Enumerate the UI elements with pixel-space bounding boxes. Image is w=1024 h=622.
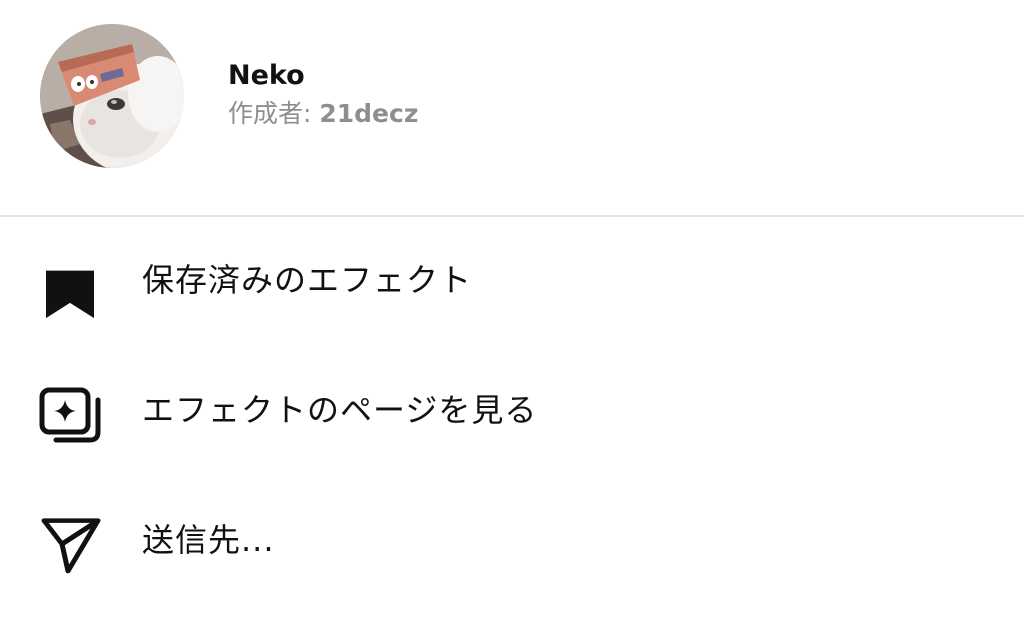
creator-name[interactable]: 21decz — [319, 99, 418, 128]
menu-label: 送信先... — [142, 521, 275, 559]
effect-avatar[interactable] — [40, 24, 184, 168]
send-icon — [36, 510, 104, 578]
menu-label: エフェクトのページを見る — [142, 391, 538, 429]
effect-name: Neko — [228, 60, 305, 91]
menu-item-view-effect-page[interactable]: エフェクトのページを見る — [0, 358, 1024, 458]
bookmark-icon — [36, 250, 104, 319]
effect-page-icon — [36, 380, 104, 448]
divider — [0, 215, 1024, 217]
effect-header: Neko 作成者: 21decz — [0, 0, 1024, 216]
creator-prefix: 作成者: — [228, 99, 320, 128]
effect-creator: 作成者: 21decz — [228, 96, 418, 132]
menu-item-saved-effects[interactable]: 保存済みのエフェクト — [0, 228, 1024, 328]
menu-label: 保存済みのエフェクト — [142, 261, 473, 299]
cat-photo-avatar — [40, 24, 184, 168]
menu-item-send-to[interactable]: 送信先... — [0, 488, 1024, 588]
